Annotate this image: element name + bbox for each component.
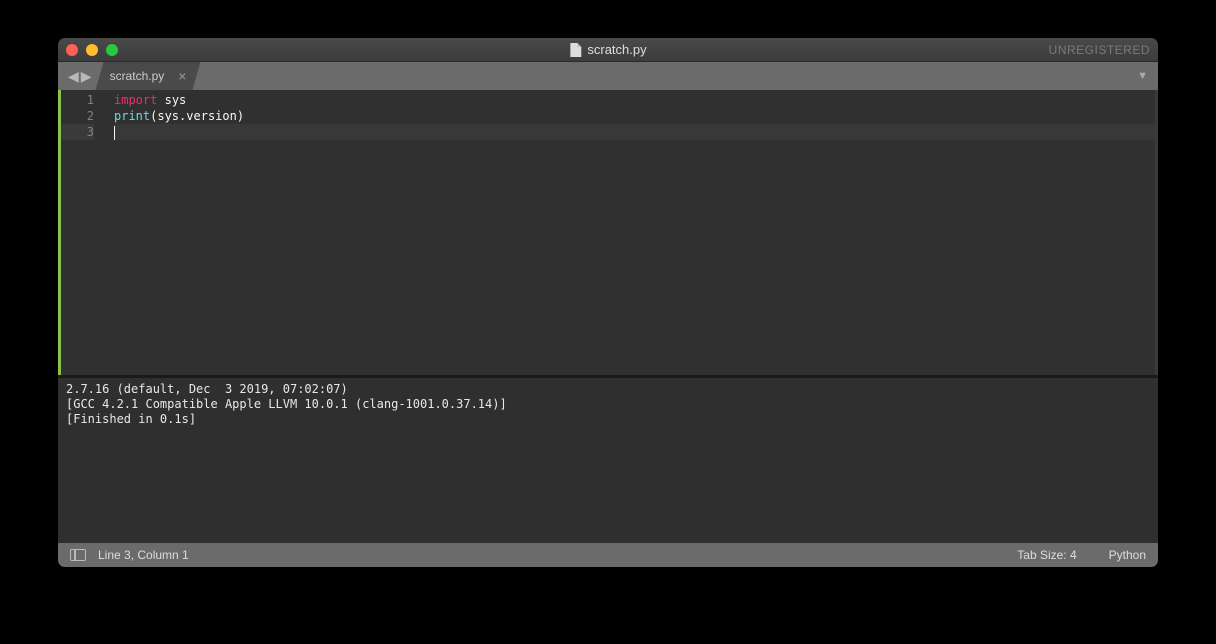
status-right: Tab Size: 4 Python (1017, 548, 1146, 562)
traffic-lights (66, 44, 118, 56)
build-output-panel[interactable]: 2.7.16 (default, Dec 3 2019, 07:02:07) [… (58, 378, 1158, 543)
editor-area[interactable]: 123 import sysprint(sys.version) (58, 90, 1158, 375)
maximize-button[interactable] (106, 44, 118, 56)
panel-switcher-icon[interactable] (70, 549, 86, 561)
title-filename: scratch.py (587, 42, 646, 57)
syntax-indicator[interactable]: Python (1109, 548, 1146, 562)
code-token (157, 93, 164, 107)
code-token: import (114, 93, 157, 107)
code-line[interactable] (114, 124, 1155, 140)
tab-scratch[interactable]: scratch.py × (96, 62, 201, 90)
minimap-edge (1155, 90, 1158, 375)
registration-status: UNREGISTERED (1049, 43, 1150, 57)
file-icon (569, 43, 581, 57)
window-title: scratch.py (569, 42, 646, 57)
tab-size-indicator[interactable]: Tab Size: 4 (1017, 548, 1076, 562)
code-token: print (114, 109, 150, 123)
code-content[interactable]: import sysprint(sys.version) (106, 90, 1155, 375)
minimize-button[interactable] (86, 44, 98, 56)
code-line[interactable]: print(sys.version) (114, 108, 1155, 124)
tab-dropdown-icon[interactable]: ▼ (1137, 70, 1148, 82)
tab-label: scratch.py (110, 69, 165, 83)
editor-window: scratch.py UNREGISTERED ◀ ▶ scratch.py ×… (58, 38, 1158, 567)
titlebar[interactable]: scratch.py UNREGISTERED (58, 38, 1158, 62)
tab-nav: ◀ ▶ (66, 62, 98, 90)
tab-prev-icon[interactable]: ◀ (68, 69, 79, 83)
code-token: sys (157, 109, 179, 123)
tab-close-icon[interactable]: × (178, 68, 186, 84)
line-number[interactable]: 2 (61, 108, 94, 124)
cursor-position[interactable]: Line 3, Column 1 (98, 548, 189, 562)
code-token: ) (237, 109, 244, 123)
text-cursor (114, 126, 115, 140)
code-token: version (186, 109, 237, 123)
close-button[interactable] (66, 44, 78, 56)
line-number[interactable]: 1 (61, 92, 94, 108)
tab-bar: ◀ ▶ scratch.py × ▼ (58, 62, 1158, 90)
code-line[interactable]: import sys (114, 92, 1155, 108)
code-token: sys (165, 93, 187, 107)
tab-next-icon[interactable]: ▶ (81, 69, 92, 83)
status-bar: Line 3, Column 1 Tab Size: 4 Python (58, 543, 1158, 567)
line-number[interactable]: 3 (61, 124, 94, 140)
line-number-gutter: 123 (58, 90, 106, 375)
